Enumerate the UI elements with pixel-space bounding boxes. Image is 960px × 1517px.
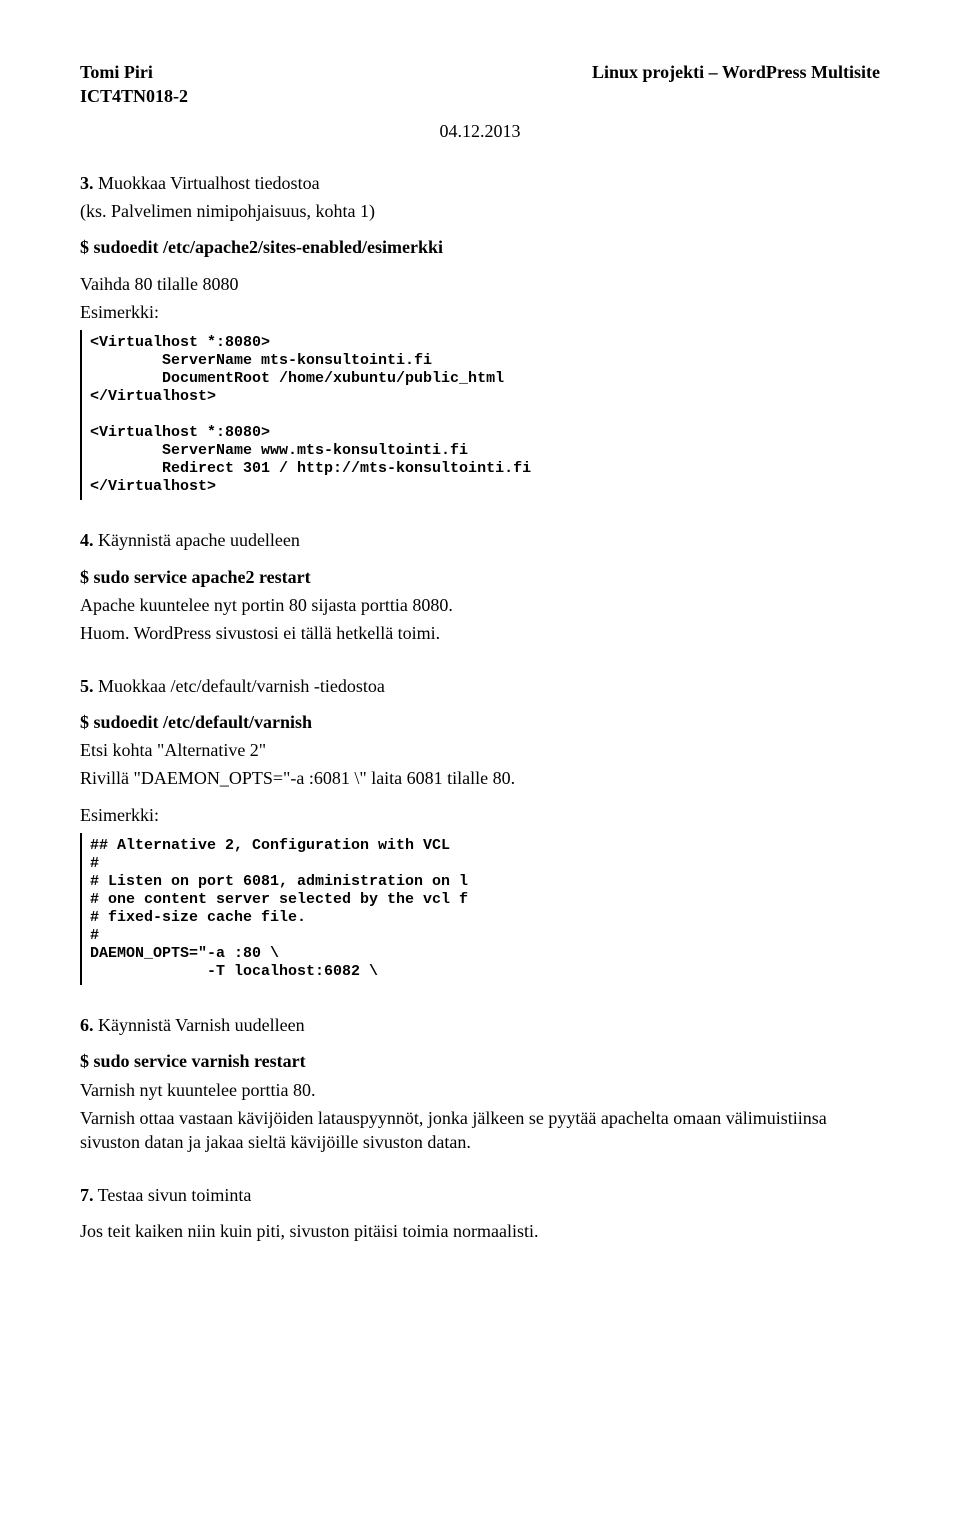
- section-6-command: $ sudo service varnish restart: [80, 1049, 880, 1073]
- section-3-subtext: (ks. Palvelimen nimipohjaisuus, kohta 1): [80, 199, 880, 223]
- header-title: Linux projekti – WordPress Multisite: [592, 60, 880, 84]
- section-5-number: 5.: [80, 676, 94, 696]
- section-4-number: 4.: [80, 530, 94, 550]
- header-date: 04.12.2013: [80, 119, 880, 143]
- section-3-title: Muokkaa Virtualhost tiedostoa: [94, 173, 320, 193]
- section-4: 4. Käynnistä apache uudelleen $ sudo ser…: [80, 528, 880, 645]
- section-3-desc1: Vaihda 80 tilalle 8080: [80, 272, 880, 296]
- section-7-heading: 7. Testaa sivun toiminta: [80, 1183, 880, 1207]
- section-4-heading: 4. Käynnistä apache uudelleen: [80, 528, 880, 552]
- section-6-number: 6.: [80, 1015, 94, 1035]
- section-6: 6. Käynnistä Varnish uudelleen $ sudo se…: [80, 1013, 880, 1154]
- header-course: ICT4TN018-2: [80, 84, 188, 108]
- section-3: 3. Muokkaa Virtualhost tiedostoa (ks. Pa…: [80, 171, 880, 500]
- section-4-desc1: Apache kuuntelee nyt portin 80 sijasta p…: [80, 593, 880, 617]
- section-5-title: Muokkaa /etc/default/varnish -tiedostoa: [94, 676, 385, 696]
- section-3-command: $ sudoedit /etc/apache2/sites-enabled/es…: [80, 235, 880, 259]
- section-7-title: Testaa sivun toiminta: [94, 1185, 252, 1205]
- section-4-desc2: Huom. WordPress sivustosi ei tällä hetke…: [80, 621, 880, 645]
- section-5-desc1: Etsi kohta "Alternative 2": [80, 738, 880, 762]
- section-5-code: ## Alternative 2, Configuration with VCL…: [80, 833, 880, 985]
- section-3-number: 3.: [80, 173, 94, 193]
- section-5: 5. Muokkaa /etc/default/varnish -tiedost…: [80, 674, 880, 985]
- section-6-desc2: Varnish ottaa vastaan kävijöiden latausp…: [80, 1106, 880, 1155]
- section-6-title: Käynnistä Varnish uudelleen: [94, 1015, 305, 1035]
- section-6-desc1: Varnish nyt kuuntelee porttia 80.: [80, 1078, 880, 1102]
- page-header: Tomi Piri ICT4TN018-2 Linux projekti – W…: [80, 60, 880, 109]
- section-5-desc2: Rivillä "DAEMON_OPTS="-a :6081 \" laita …: [80, 766, 880, 790]
- section-4-title: Käynnistä apache uudelleen: [94, 530, 300, 550]
- section-3-code: <Virtualhost *:8080> ServerName mts-kons…: [80, 330, 880, 500]
- section-3-desc2: Esimerkki:: [80, 300, 880, 324]
- section-3-heading: 3. Muokkaa Virtualhost tiedostoa: [80, 171, 880, 195]
- header-author: Tomi Piri: [80, 60, 188, 84]
- section-5-desc3: Esimerkki:: [80, 803, 880, 827]
- header-right: Linux projekti – WordPress Multisite: [592, 60, 880, 109]
- section-5-heading: 5. Muokkaa /etc/default/varnish -tiedost…: [80, 674, 880, 698]
- section-5-command: $ sudoedit /etc/default/varnish: [80, 710, 880, 734]
- section-7: 7. Testaa sivun toiminta Jos teit kaiken…: [80, 1183, 880, 1244]
- section-4-command: $ sudo service apache2 restart: [80, 565, 880, 589]
- section-6-heading: 6. Käynnistä Varnish uudelleen: [80, 1013, 880, 1037]
- section-7-number: 7.: [80, 1185, 94, 1205]
- header-left: Tomi Piri ICT4TN018-2: [80, 60, 188, 109]
- section-7-desc1: Jos teit kaiken niin kuin piti, sivuston…: [80, 1219, 880, 1243]
